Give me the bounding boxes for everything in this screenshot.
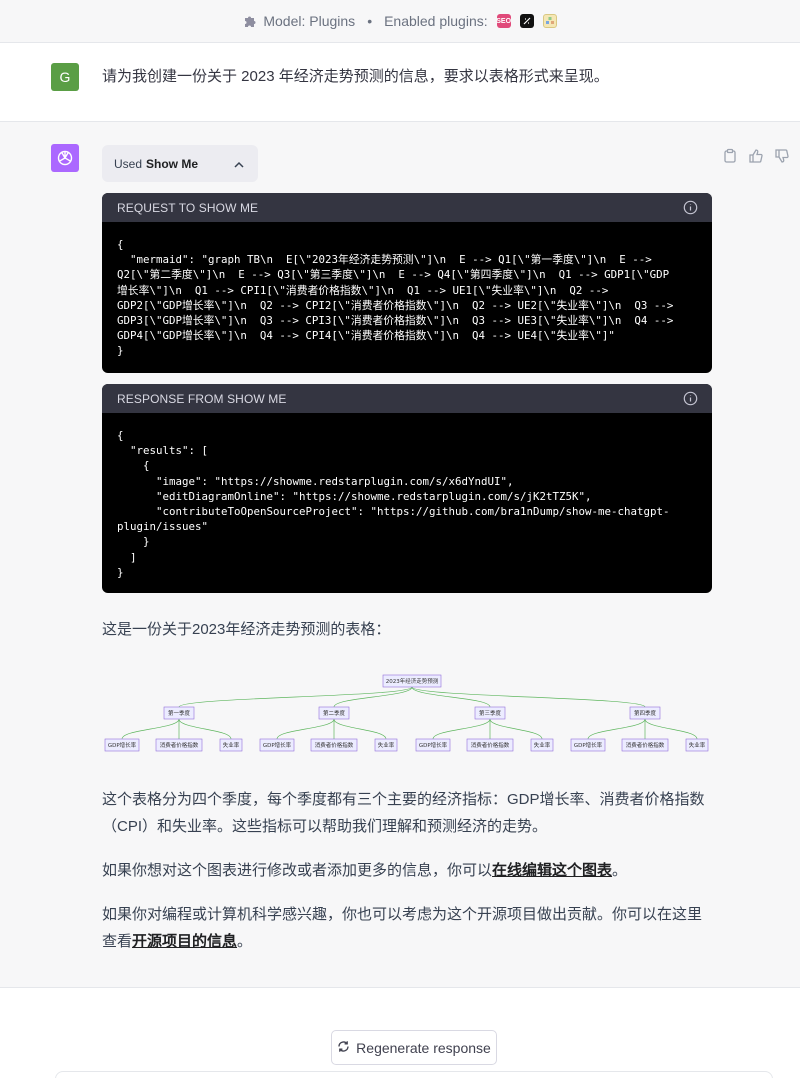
request-title: REQUEST TO SHOW ME	[117, 200, 259, 215]
used-plugin-name: Show Me	[146, 156, 199, 171]
used-plugin-toggle[interactable]: Used Show Me	[102, 145, 258, 182]
info-icon[interactable]	[683, 391, 698, 406]
svg-text:失业率: 失业率	[378, 741, 395, 749]
wolfram-plugin-icon	[519, 14, 534, 28]
diagram-edge	[178, 686, 413, 708]
edit-paragraph: 如果你想对这个图表进行修改或者添加更多的信息，你可以在线编辑这个图表。	[102, 857, 712, 884]
svg-text:第四季度: 第四季度	[634, 709, 657, 717]
diagram-intro: 这是一份关于2023年经济走势预测的表格：	[102, 621, 391, 638]
svg-text:GDP增长率: GDP增长率	[108, 741, 137, 749]
contribute-text-end: 。	[237, 933, 253, 950]
diagram-root-node: 2023年经济走势预测	[382, 674, 442, 688]
request-header: REQUEST TO SHOW ME	[102, 193, 712, 222]
edit-text: 如果你想对这个图表进行修改或者添加更多的信息，你可以	[102, 862, 493, 879]
diagram-edge	[432, 718, 491, 740]
svg-text:第一季度: 第一季度	[168, 709, 191, 717]
svg-text:GDP增长率: GDP增长率	[263, 741, 292, 749]
svg-text:第二季度: 第二季度	[323, 709, 346, 717]
show-me-plugin-icon	[542, 14, 557, 28]
svg-text:GDP增长率: GDP增长率	[419, 741, 448, 749]
svg-text:失业率: 失业率	[223, 741, 240, 749]
response-code: { "results": [ { "image": "https://showm…	[117, 429, 670, 579]
user-message: 请为我创建一份关于 2023 年经济走势预测的信息，要求以表格形式来呈现。	[102, 68, 609, 85]
refresh-icon	[337, 1040, 350, 1056]
user-avatar: G	[51, 63, 79, 91]
diagram-indicator-node: 消费者价格指数	[155, 738, 203, 752]
separator-dot: •	[367, 13, 373, 29]
thumbs-down-icon[interactable]	[774, 148, 790, 164]
diagram-indicator-node: 失业率	[374, 738, 398, 752]
svg-text:消费者价格指数: 消费者价格指数	[315, 741, 354, 749]
model-label: Model: Plugins	[263, 13, 356, 29]
economy-forecast-diagram[interactable]: 2023年经济走势预测第一季度 GDP增长率 消费者价格指数 失业率 第二季度 GDP增长…	[102, 667, 712, 767]
puzzle-icon	[243, 14, 257, 28]
chatgpt-logo-icon	[51, 144, 79, 172]
request-code-block: REQUEST TO SHOW ME { "mermaid": "graph T…	[102, 193, 712, 373]
diagram-edge	[333, 718, 387, 740]
diagram-edge	[333, 686, 413, 708]
model-bar: Model: Plugins • Enabled plugins: SEO	[0, 0, 800, 43]
svg-text:第三季度: 第三季度	[479, 709, 502, 717]
summary-paragraph: 这个表格分为四个季度，每个季度都有三个主要的经济指标：GDP增长率、消费者价格指…	[102, 791, 705, 835]
message-actions	[722, 148, 790, 164]
svg-text:2023年经济走势预测: 2023年经济走势预测	[386, 677, 439, 685]
info-icon[interactable]	[683, 200, 698, 215]
svg-text:消费者价格指数: 消费者价格指数	[160, 741, 199, 749]
diagram-edge	[411, 686, 491, 708]
copy-icon[interactable]	[722, 148, 738, 164]
seo-plugin-icon: SEO	[496, 14, 511, 28]
diagram-indicator-node: GDP增长率	[259, 738, 295, 752]
diagram-indicator-node: 失业率	[219, 738, 243, 752]
user-message-row: G 请为我创建一份关于 2023 年经济走势预测的信息，要求以表格形式来呈现。	[0, 43, 800, 122]
edit-text-end: 。	[612, 862, 628, 879]
diagram-indicator-node: 消费者价格指数	[310, 738, 358, 752]
response-title: RESPONSE FROM SHOW ME	[117, 391, 287, 406]
regenerate-label: Regenerate response	[356, 1039, 491, 1056]
diagram-indicator-node: GDP增长率	[570, 738, 606, 752]
response-header: RESPONSE FROM SHOW ME	[102, 384, 712, 413]
message-input[interactable]	[55, 1071, 773, 1078]
diagram-indicator-node: GDP增长率	[104, 738, 140, 752]
response-code-block: RESPONSE FROM SHOW ME { "results": [ { "…	[102, 384, 712, 593]
used-prefix: Used	[114, 156, 143, 171]
diagram-quarter-node: 第三季度	[474, 706, 506, 720]
enabled-plugins-label: Enabled plugins:	[384, 13, 488, 29]
diagram-quarter-node: 第四季度	[629, 706, 661, 720]
diagram-indicator-node: 失业率	[685, 738, 709, 752]
diagram-indicator-node: 失业率	[530, 738, 554, 752]
svg-text:失业率: 失业率	[689, 741, 706, 749]
edit-diagram-link[interactable]: 在线编辑这个图表	[492, 862, 612, 879]
regenerate-button[interactable]: Regenerate response	[331, 1030, 497, 1065]
thumbs-up-icon[interactable]	[748, 148, 764, 164]
svg-text:GDP增长率: GDP增长率	[574, 741, 603, 749]
diagram-edge	[587, 718, 646, 740]
diagram-indicator-node: 消费者价格指数	[466, 738, 514, 752]
diagram-edge	[121, 718, 180, 740]
open-source-link[interactable]: 开源项目的信息	[132, 933, 237, 950]
diagram-edge	[489, 718, 543, 740]
diagram-indicator-node: 消费者价格指数	[621, 738, 669, 752]
diagram-edge	[178, 718, 232, 740]
diagram-quarter-node: 第二季度	[318, 706, 350, 720]
diagram-indicator-node: GDP增长率	[415, 738, 451, 752]
diagram-edge	[411, 686, 646, 708]
diagram-edge	[644, 718, 698, 740]
chevron-up-icon	[234, 158, 244, 172]
svg-text:消费者价格指数: 消费者价格指数	[471, 741, 510, 749]
assistant-message: Used Show Me REQUEST TO SHOW ME { "merma…	[0, 122, 800, 988]
request-code: { "mermaid": "graph TB\n E[\"2023年经济走势预测…	[117, 238, 674, 358]
svg-text:消费者价格指数: 消费者价格指数	[626, 741, 665, 749]
contribute-paragraph: 如果你对编程或计算机科学感兴趣，你也可以考虑为这个开源项目做出贡献。你可以在这里…	[102, 901, 712, 955]
svg-text:失业率: 失业率	[534, 741, 551, 749]
diagram-quarter-node: 第一季度	[163, 706, 195, 720]
diagram-edge	[276, 718, 335, 740]
